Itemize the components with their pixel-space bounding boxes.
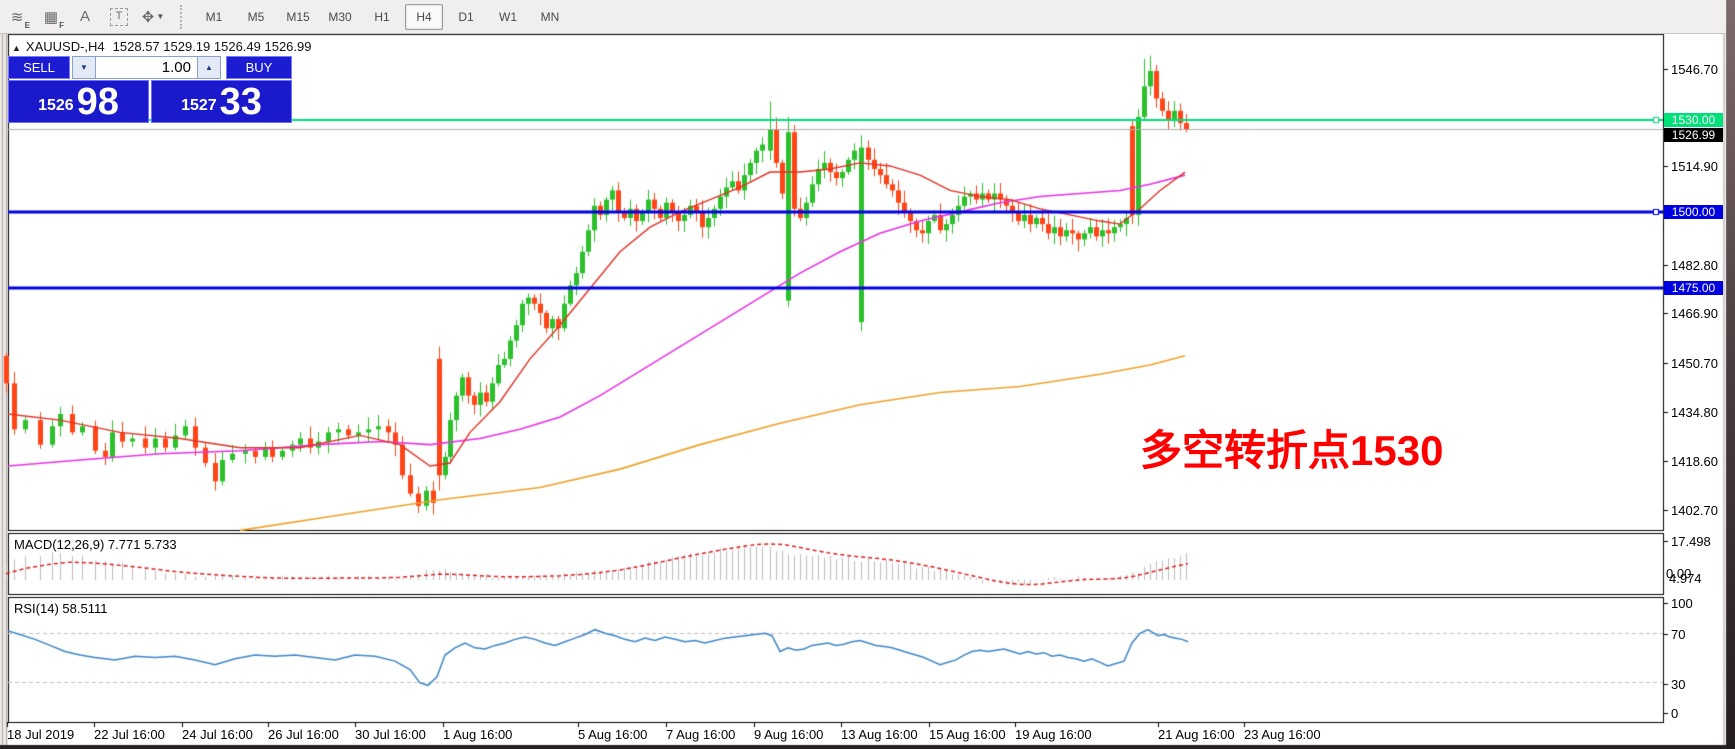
level-1530-badge: 1530.00 xyxy=(1664,113,1723,127)
price-tick-label: 1450.70 xyxy=(1671,356,1718,371)
rsi-level-label: 30 xyxy=(1671,677,1685,692)
buy-price-minor: 33 xyxy=(220,83,262,121)
text-label-icon: A xyxy=(80,8,90,25)
text-box-icon[interactable]: T xyxy=(103,3,135,31)
pattern-e-icon-sub: E xyxy=(25,21,30,30)
one-click-trading-panel: SELL ▼ ▲ BUY 1526 98 1527 33 xyxy=(8,56,292,123)
volume-input[interactable] xyxy=(96,56,197,79)
time-axis-label: 23 Aug 16:00 xyxy=(1244,727,1321,742)
price-tick-label: 1418.60 xyxy=(1671,454,1718,469)
level-1500-badge: 1500.00 xyxy=(1664,205,1723,219)
sell-price-minor: 98 xyxy=(77,83,119,121)
buy-price-display[interactable]: 1527 33 xyxy=(151,80,292,123)
time-axis-label: 26 Jul 16:00 xyxy=(268,727,339,742)
timeframe-mn-button[interactable]: MN xyxy=(531,4,569,30)
time-axis-label: 30 Jul 16:00 xyxy=(355,727,426,742)
timeframe-m5-button[interactable]: M5 xyxy=(237,4,275,30)
timeframe-m1-button[interactable]: M1 xyxy=(195,4,233,30)
rsi-indicator-label: RSI(14) 58.5111 xyxy=(14,601,107,616)
rsi-level-label: 100 xyxy=(1671,596,1693,611)
sell-price-display[interactable]: 1526 98 xyxy=(8,80,149,123)
time-axis-label: 19 Aug 16:00 xyxy=(1015,727,1092,742)
price-tick-label: 1466.90 xyxy=(1671,306,1718,321)
ohlc-values: 1528.57 1529.19 1526.49 1526.99 xyxy=(113,39,312,54)
mt4-terminal: ≋E▦FAT✥▼M1M5M15M30H1H4D1W1MN ▲XAUUSD-,H4… xyxy=(0,0,1735,749)
toolbar-separator xyxy=(180,5,187,29)
text-box-icon: T xyxy=(110,8,128,26)
text-label-icon[interactable]: A xyxy=(69,3,101,31)
buy-button[interactable]: BUY xyxy=(226,56,292,79)
timeframe-m15-button[interactable]: M15 xyxy=(279,4,317,30)
time-axis-label: 9 Aug 16:00 xyxy=(754,727,823,742)
time-axis-label: 7 Aug 16:00 xyxy=(666,727,735,742)
chart-title: ▲ XAUUSD-,H4 1528.57 1529.19 1526.49 1526.… xyxy=(12,39,311,54)
bid-price-badge: 1526.99 xyxy=(1664,128,1723,142)
sell-button[interactable]: SELL xyxy=(8,56,70,79)
volume-up-stepper[interactable]: ▲ xyxy=(197,56,221,79)
chart-text-annotation: 多空转折点1530 xyxy=(1140,417,1443,478)
collapse-trade-panel-icon[interactable]: ▲ xyxy=(12,43,21,53)
volume-down-stepper[interactable]: ▼ xyxy=(72,56,96,79)
pattern-e-icon[interactable]: ≋E xyxy=(1,3,33,31)
sell-price-major: 1526 xyxy=(38,91,74,121)
macd-axis-min: 4.974 xyxy=(1669,571,1702,586)
timeframe-w1-button[interactable]: W1 xyxy=(489,4,527,30)
time-axis-label: 22 Jul 16:00 xyxy=(94,727,165,742)
rsi-level-label: 0 xyxy=(1671,706,1678,721)
cursor-mode-icon[interactable]: ✥▼ xyxy=(137,3,169,31)
price-tick-label: 1402.70 xyxy=(1671,503,1718,518)
main-toolbar: ≋E▦FAT✥▼M1M5M15M30H1H4D1W1MN xyxy=(0,0,1726,34)
level-1475-badge: 1475.00 xyxy=(1664,281,1723,295)
time-axis-label: 18 Jul 2019 xyxy=(7,727,74,742)
timeframe-h1-button[interactable]: H1 xyxy=(363,4,401,30)
time-axis-label: 5 Aug 16:00 xyxy=(578,727,647,742)
timeframe-h4-button[interactable]: H4 xyxy=(405,4,443,30)
price-tick-label: 1434.80 xyxy=(1671,405,1718,420)
grid-f-icon: ▦ xyxy=(44,8,58,26)
grid-f-icon[interactable]: ▦F xyxy=(35,3,67,31)
cursor-mode-icon: ✥ xyxy=(142,8,155,26)
price-tick-label: 1514.90 xyxy=(1671,159,1718,174)
timeframe-d1-button[interactable]: D1 xyxy=(447,4,485,30)
time-axis-label: 21 Aug 16:00 xyxy=(1158,727,1235,742)
macd-axis-max: 17.498 xyxy=(1671,534,1711,549)
price-tick-label: 1482.80 xyxy=(1671,258,1718,273)
time-axis-label: 24 Jul 16:00 xyxy=(182,727,253,742)
symbol-label: XAUUSD-,H4 xyxy=(26,39,105,54)
dropdown-caret-icon[interactable]: ▼ xyxy=(156,12,164,21)
macd-indicator-label: MACD(12,26,9) 7.771 5.733 xyxy=(14,537,177,552)
pattern-e-icon: ≋ xyxy=(11,8,24,26)
time-axis-label: 13 Aug 16:00 xyxy=(841,727,918,742)
time-axis-label: 15 Aug 16:00 xyxy=(929,727,1006,742)
price-tick-label: 1546.70 xyxy=(1671,62,1718,77)
time-axis-label: 1 Aug 16:00 xyxy=(443,727,512,742)
buy-price-major: 1527 xyxy=(181,91,217,121)
grid-f-icon-sub: F xyxy=(59,21,64,30)
timeframe-m30-button[interactable]: M30 xyxy=(321,4,359,30)
rsi-level-label: 70 xyxy=(1671,627,1685,642)
